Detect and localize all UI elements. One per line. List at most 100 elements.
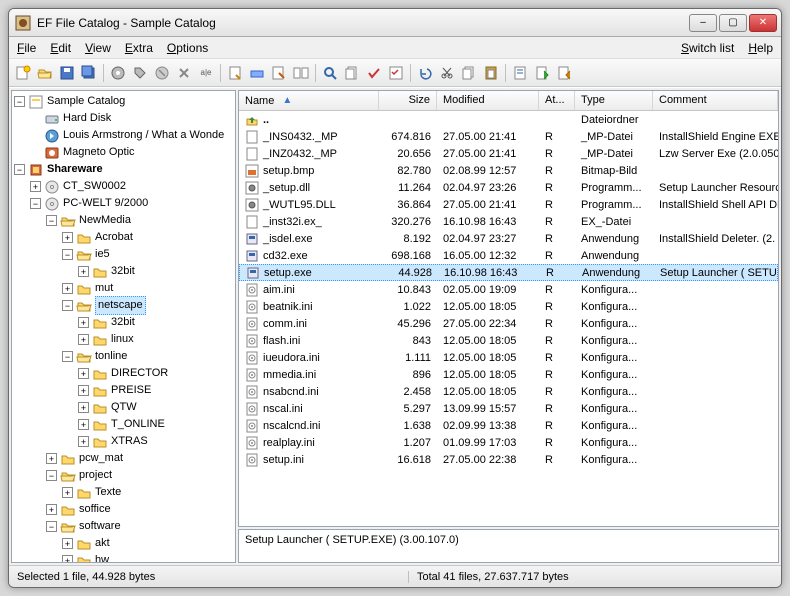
tag-icon[interactable] (130, 63, 150, 83)
list-row[interactable]: setup.bmp82.78002.08.99 12:57RBitmap-Bil… (239, 162, 778, 179)
expand-icon[interactable]: + (62, 232, 73, 243)
tree-node-software[interactable]: −software (14, 518, 233, 535)
col-type[interactable]: Type (575, 91, 653, 110)
tree-node-akt[interactable]: +akt (14, 535, 233, 552)
tree-node-harddisk[interactable]: Hard Disk (14, 110, 233, 127)
labels-icon[interactable] (247, 63, 267, 83)
expand-icon[interactable]: + (78, 419, 89, 430)
tree-node-tonline[interactable]: −tonline (14, 348, 233, 365)
tree-node-soffice[interactable]: +soffice (14, 501, 233, 518)
undo-icon[interactable] (415, 63, 435, 83)
tree-pane[interactable]: −Sample CatalogHard DiskLouis Armstrong … (11, 90, 236, 563)
menu-file[interactable]: File (17, 41, 36, 55)
collapse-icon[interactable]: − (46, 215, 57, 226)
tree-node-mut[interactable]: +mut (14, 280, 233, 297)
list-row[interactable]: cd32.exe698.16816.05.00 12:32RAnwendung (239, 247, 778, 264)
expand-icon[interactable]: + (62, 538, 73, 549)
menu-view[interactable]: View (85, 41, 111, 55)
stop-icon[interactable] (152, 63, 172, 83)
tree-node-ie5[interactable]: −ie5 (14, 246, 233, 263)
expand-icon[interactable]: + (78, 266, 89, 277)
list-row[interactable]: nscalcnd.ini1.63802.09.99 13:38RKonfigur… (239, 417, 778, 434)
tree-node-pcwelt[interactable]: −PC-WELT 9/2000 (14, 195, 233, 212)
menu-options[interactable]: Options (167, 41, 208, 55)
search-icon[interactable] (320, 63, 340, 83)
expand-icon[interactable]: + (78, 402, 89, 413)
list-row[interactable]: _setup.dll11.26402.04.97 23:26RProgramm.… (239, 179, 778, 196)
list-row[interactable]: nscal.ini5.29713.09.99 15:57RKonfigura..… (239, 400, 778, 417)
tree-node-pcw_mat[interactable]: +pcw_mat (14, 450, 233, 467)
expand-icon[interactable]: + (46, 453, 57, 464)
collapse-icon[interactable]: − (46, 470, 57, 481)
menu-edit[interactable]: Edit (50, 41, 71, 55)
expand-icon[interactable]: + (62, 555, 73, 563)
expand-icon[interactable]: + (78, 385, 89, 396)
list-row[interactable]: flash.ini84312.05.00 18:05RKonfigura... (239, 332, 778, 349)
tree-node-linux[interactable]: +linux (14, 331, 233, 348)
tree-node-louis[interactable]: Louis Armstrong / What a Wonde (14, 127, 233, 144)
cut-icon[interactable] (437, 63, 457, 83)
new-catalog-icon[interactable] (13, 63, 33, 83)
minimize-button[interactable]: – (689, 14, 717, 32)
list-row[interactable]: setup.ini16.61827.05.00 22:38RKonfigura.… (239, 451, 778, 468)
tree-node-shareware[interactable]: −Shareware (14, 161, 233, 178)
list-row-up[interactable]: ..Dateiordner (239, 111, 778, 128)
list-row[interactable]: realplay.ini1.20701.09.99 17:03RKonfigur… (239, 434, 778, 451)
tree-node-project[interactable]: −project (14, 467, 233, 484)
col-name[interactable]: Name▲ (239, 91, 379, 110)
tree-node-newmedia[interactable]: −NewMedia (14, 212, 233, 229)
tree-node-xtras[interactable]: +XTRAS (14, 433, 233, 450)
copy-icon[interactable] (459, 63, 479, 83)
list-row[interactable]: aim.ini10.84302.05.00 19:09RKonfigura... (239, 281, 778, 298)
rename-icon[interactable]: a|e (196, 63, 216, 83)
check-list-icon[interactable] (386, 63, 406, 83)
col-size[interactable]: Size (379, 91, 437, 110)
tree-node-texte[interactable]: +Texte (14, 484, 233, 501)
collapse-icon[interactable]: − (62, 351, 73, 362)
collapse-icon[interactable]: − (14, 96, 25, 107)
delete-icon[interactable] (174, 63, 194, 83)
list-row[interactable]: _inst32i.ex_320.27616.10.98 16:43REX_-Da… (239, 213, 778, 230)
list-body[interactable]: ..Dateiordner_INS0432._MP674.81627.05.00… (239, 111, 778, 526)
tree-node-t_online[interactable]: +T_ONLINE (14, 416, 233, 433)
properties-icon[interactable] (225, 63, 245, 83)
expand-icon[interactable]: + (78, 368, 89, 379)
paste-icon[interactable] (481, 63, 501, 83)
menu-help[interactable]: Help (748, 41, 773, 55)
list-row[interactable]: _WUTL95.DLL36.86427.05.00 21:41RProgramm… (239, 196, 778, 213)
col-comment[interactable]: Comment (653, 91, 778, 110)
expand-icon[interactable]: + (62, 487, 73, 498)
collapse-icon[interactable]: − (14, 164, 25, 175)
list-row[interactable]: _INS0432._MP674.81627.05.00 21:41R_MP-Da… (239, 128, 778, 145)
expand-icon[interactable]: + (78, 436, 89, 447)
list-row[interactable]: setup.exe44.92816.10.98 16:43RAnwendungS… (239, 264, 778, 281)
import-icon[interactable] (554, 63, 574, 83)
compare-icon[interactable] (291, 63, 311, 83)
collapse-icon[interactable]: − (30, 198, 41, 209)
tree-node-b32bit[interactable]: +32bit (14, 263, 233, 280)
expand-icon[interactable]: + (46, 504, 57, 515)
collapse-icon[interactable]: − (62, 300, 73, 311)
menu-switchlist[interactable]: Switch list (681, 41, 734, 55)
tree-node-netscape[interactable]: −netscape (14, 297, 233, 314)
list-row[interactable]: mmedia.ini89612.05.00 18:05RKonfigura... (239, 366, 778, 383)
copy-file-icon[interactable] (342, 63, 362, 83)
tree-node-hw[interactable]: +hw (14, 552, 233, 563)
check-icon[interactable] (364, 63, 384, 83)
tree-node-director[interactable]: +DIRECTOR (14, 365, 233, 382)
list-row[interactable]: comm.ini45.29627.05.00 22:34RKonfigura..… (239, 315, 778, 332)
list-row[interactable]: nsabcnd.ini2.45812.05.00 18:05RKonfigura… (239, 383, 778, 400)
col-modified[interactable]: Modified (437, 91, 539, 110)
list-row[interactable]: _isdel.exe8.19202.04.97 23:27RAnwendungI… (239, 230, 778, 247)
collapse-icon[interactable]: − (46, 521, 57, 532)
add-disc-icon[interactable] (108, 63, 128, 83)
save-all-icon[interactable] (79, 63, 99, 83)
col-att[interactable]: At... (539, 91, 575, 110)
maximize-button[interactable]: ▢ (719, 14, 747, 32)
menu-extra[interactable]: Extra (125, 41, 153, 55)
expand-icon[interactable]: + (30, 181, 41, 192)
save-icon[interactable] (57, 63, 77, 83)
tree-node-qtw[interactable]: +QTW (14, 399, 233, 416)
tree-node-magneto[interactable]: Magneto Optic (14, 144, 233, 161)
list-row[interactable]: _INZ0432._MP20.65627.05.00 21:41R_MP-Dat… (239, 145, 778, 162)
